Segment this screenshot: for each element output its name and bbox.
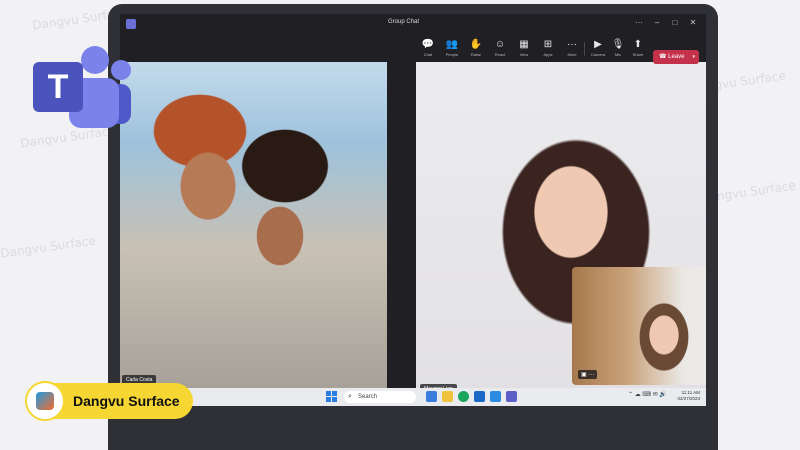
window-title: Group Chat <box>388 19 420 25</box>
edge-icon[interactable] <box>458 391 469 402</box>
toolbar-divider <box>584 42 585 56</box>
mail-icon[interactable] <box>490 391 501 402</box>
brand-logo-icon <box>25 381 65 421</box>
system-tray-icons[interactable]: ⌃ ☁ ⌨ ✉ 🔊 <box>628 391 667 398</box>
brand-badge: Dangvu Surface <box>25 381 193 421</box>
chevron-down-icon[interactable]: ▾ <box>692 50 695 64</box>
self-view-controls[interactable]: ▣ ··· <box>578 370 598 379</box>
teams-call-window: Carla Costa Mayang Lien ▣ ··· Group Chat… <box>120 14 706 406</box>
more-options-button[interactable]: ··· <box>632 18 646 27</box>
store-icon[interactable] <box>474 391 485 402</box>
react-button[interactable]: ☺ React <box>488 36 512 62</box>
leave-button[interactable]: ☎ Leave ▾ <box>653 50 699 64</box>
people-icon: 👥 <box>445 39 459 50</box>
title-bar: Group Chat ··· – □ ✕ <box>120 14 706 36</box>
close-button[interactable]: ✕ <box>686 18 700 27</box>
share-icon: ⬆ <box>633 39 643 50</box>
apps-button[interactable]: ⊞ Apps <box>536 36 560 62</box>
people-button[interactable]: 👥 People <box>440 36 464 62</box>
share-button[interactable]: ⬆ Share <box>626 36 650 62</box>
maximize-button[interactable]: □ <box>668 18 682 27</box>
chat-icon: 💬 <box>421 39 435 50</box>
search-label: Search <box>358 394 378 400</box>
view-icon: ▦ <box>519 39 529 50</box>
phone-hangup-icon: ☎ <box>659 54 667 60</box>
microsoft-teams-logo-icon: T <box>33 46 131 128</box>
self-view-video[interactable]: ▣ ··· <box>572 267 706 385</box>
taskbar-clock[interactable]: 11:11 AM 02/27/2023 <box>677 390 700 402</box>
more-button[interactable]: ··· More <box>560 36 584 62</box>
svg-text:T: T <box>48 68 69 106</box>
chat-button[interactable]: 💬 Chat <box>416 36 440 62</box>
brand-name: Dangvu Surface <box>73 393 180 409</box>
raise-hand-button[interactable]: ✋ Raise <box>464 36 488 62</box>
raise-hand-icon: ✋ <box>469 39 483 50</box>
minimize-button[interactable]: – <box>650 18 664 27</box>
participant-video-carla[interactable]: Carla Costa <box>120 36 387 391</box>
apps-icon: ⊞ <box>543 39 553 50</box>
react-icon: ☺ <box>494 39 506 50</box>
folder-icon[interactable] <box>442 391 453 402</box>
teams-taskbar-icon[interactable] <box>506 391 517 402</box>
more-icon: ··· <box>567 39 577 50</box>
watermark: Dangvu Surface <box>0 233 97 261</box>
taskbar-search[interactable]: ⌕ Search <box>344 391 416 403</box>
search-icon: ⌕ <box>348 393 352 400</box>
windows-start-icon[interactable] <box>326 391 338 403</box>
windows-taskbar: ⌕ Search ⌃ ☁ ⌨ ✉ 🔊 11:11 AM 02/27/2023 <box>120 388 706 406</box>
meeting-toolbar: 💬 Chat 👥 People ✋ Raise ☺ React ▦ View ⊞… <box>120 36 706 62</box>
leave-label: Leave <box>668 54 685 60</box>
file-explorer-icon[interactable] <box>426 391 437 402</box>
view-button[interactable]: ▦ View <box>512 36 536 62</box>
teams-app-icon <box>126 19 136 29</box>
